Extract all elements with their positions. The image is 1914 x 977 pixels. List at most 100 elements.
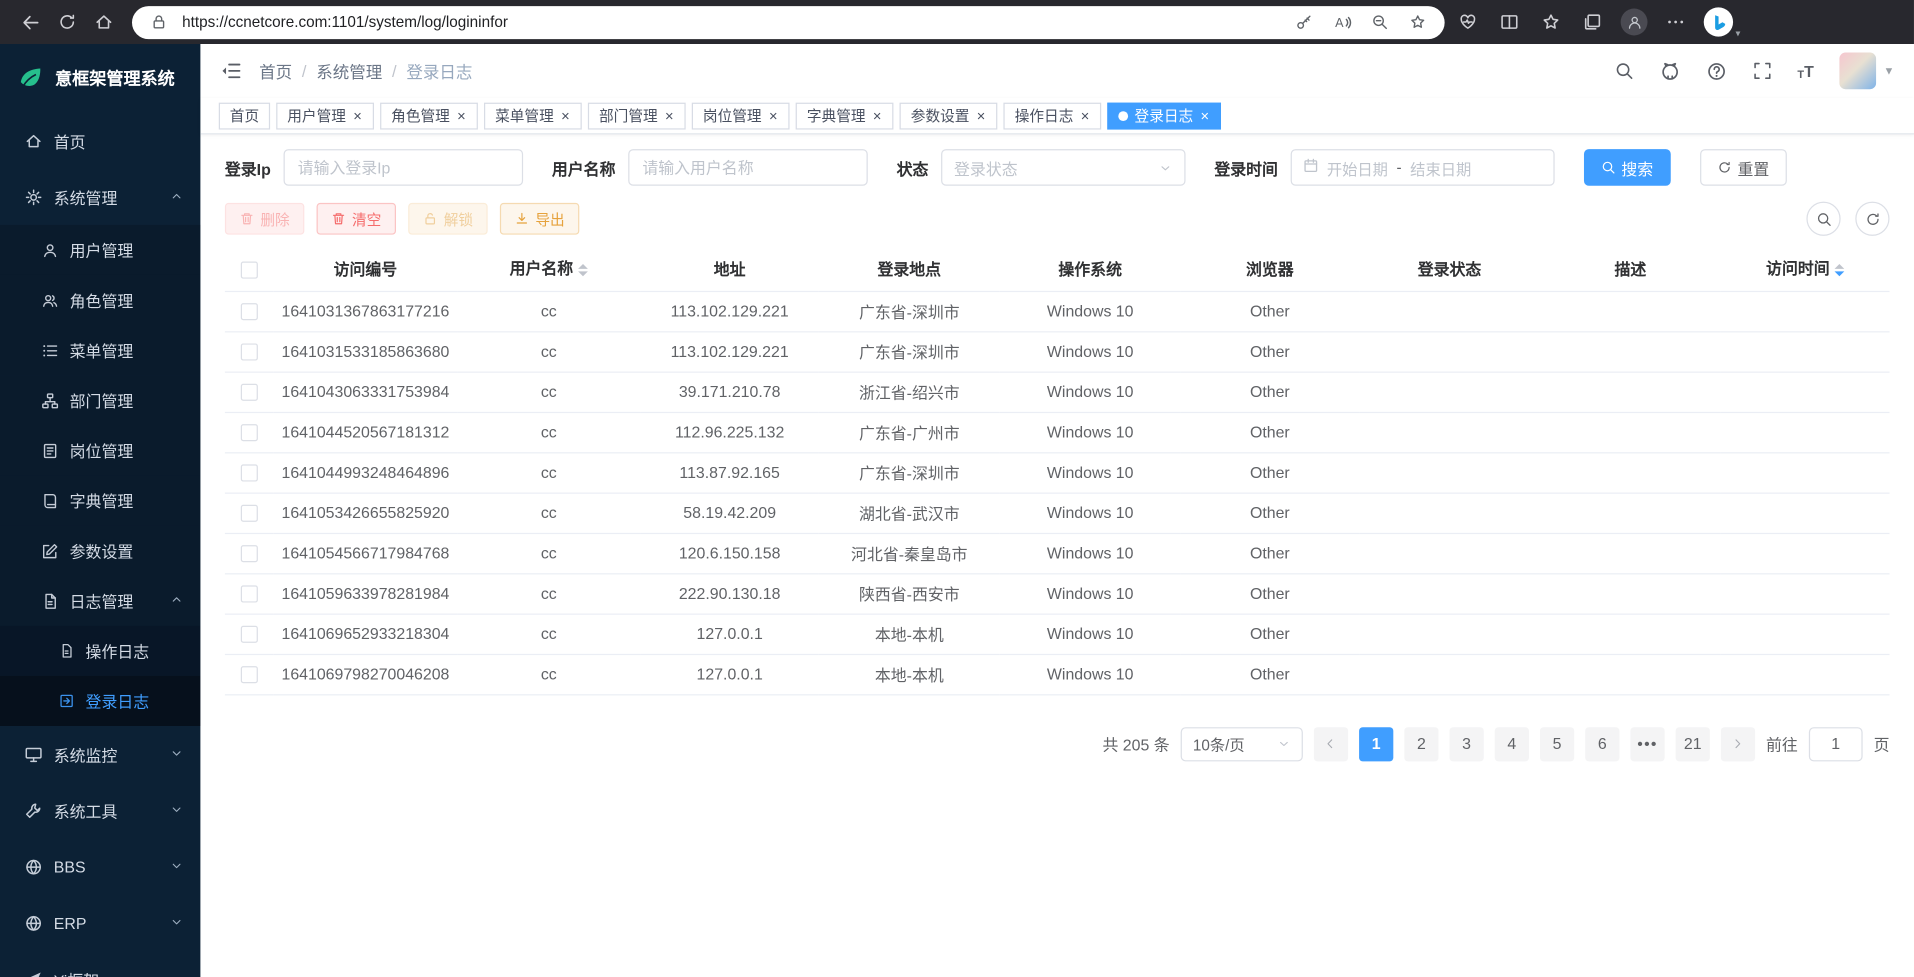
login-ip-input[interactable]: [283, 149, 523, 186]
sidebar-item-menu-management[interactable]: 菜单管理: [0, 325, 200, 375]
tab-role-management[interactable]: 角色管理×: [380, 102, 478, 129]
tab-dept-management[interactable]: 部门管理×: [588, 102, 686, 129]
row-checkbox[interactable]: [241, 505, 258, 522]
sidebar-group-system-management[interactable]: 系统管理: [0, 169, 200, 225]
page-button-5[interactable]: 5: [1540, 727, 1574, 761]
browser-home-button[interactable]: [86, 5, 123, 39]
header-search-icon[interactable]: [1614, 61, 1634, 81]
user-avatar[interactable]: [1840, 53, 1877, 90]
close-icon[interactable]: ×: [976, 108, 987, 123]
user-avatar-menu[interactable]: ▼: [1840, 53, 1895, 90]
sidebar-group-bbs[interactable]: BBS: [0, 838, 200, 894]
address-bar[interactable]: https://ccnetcore.com:1101/system/log/lo…: [132, 5, 1445, 38]
next-page-button[interactable]: [1721, 727, 1755, 761]
sidebar-group-system-monitor[interactable]: 系统监控: [0, 726, 200, 782]
close-icon[interactable]: ×: [872, 108, 883, 123]
read-aloud-icon[interactable]: A: [1327, 7, 1356, 36]
sidebar-item-post-management[interactable]: 岗位管理: [0, 425, 200, 475]
password-key-icon[interactable]: [1289, 7, 1318, 36]
bing-copilot-icon[interactable]: [1704, 7, 1733, 36]
favorites-icon[interactable]: [1533, 5, 1570, 39]
url-text[interactable]: https://ccnetcore.com:1101/system/log/lo…: [182, 13, 1281, 30]
goto-page-input[interactable]: [1809, 727, 1863, 761]
row-checkbox[interactable]: [241, 384, 258, 401]
select-all-checkbox[interactable]: [241, 261, 258, 278]
browser-refresh-button[interactable]: [49, 5, 86, 39]
table-search-toggle-icon[interactable]: [1806, 202, 1840, 236]
split-screen-icon[interactable]: [1491, 5, 1528, 39]
sidebar-item-home[interactable]: 首页: [0, 112, 200, 168]
help-question-icon[interactable]: [1706, 60, 1727, 81]
page-button-3[interactable]: 3: [1449, 727, 1483, 761]
tab-menu-management[interactable]: 菜单管理×: [484, 102, 582, 129]
page-button-2[interactable]: 2: [1404, 727, 1438, 761]
row-checkbox[interactable]: [241, 344, 258, 361]
add-favorite-star-icon[interactable]: [1403, 7, 1432, 36]
date-range-picker[interactable]: 开始日期 - 结束日期: [1290, 149, 1554, 186]
export-button[interactable]: 导出: [500, 203, 579, 235]
row-checkbox[interactable]: [241, 424, 258, 441]
row-checkbox[interactable]: [241, 666, 258, 683]
close-icon[interactable]: ×: [456, 108, 467, 123]
tab-home[interactable]: 首页: [219, 102, 270, 129]
sidebar-item-yi-framework[interactable]: Yi框架: [0, 951, 200, 977]
tab-dict-management[interactable]: 字典管理×: [796, 102, 894, 129]
reset-button[interactable]: 重置: [1700, 149, 1787, 186]
unlock-button[interactable]: 解锁: [408, 203, 487, 235]
page-size-select[interactable]: 10条/页: [1181, 727, 1303, 761]
row-checkbox[interactable]: [241, 545, 258, 562]
breadcrumb-home[interactable]: 首页: [259, 59, 292, 83]
page-button-4[interactable]: 4: [1495, 727, 1529, 761]
browser-essentials-icon[interactable]: [1450, 5, 1487, 39]
sidebar-item-user-management[interactable]: 用户管理: [0, 225, 200, 275]
close-icon[interactable]: ×: [352, 108, 363, 123]
row-checkbox[interactable]: [241, 465, 258, 482]
tab-post-management[interactable]: 岗位管理×: [692, 102, 790, 129]
column-visit-time[interactable]: 访问时间: [1721, 247, 1890, 291]
app-logo[interactable]: 意框架管理系统: [0, 44, 200, 112]
select-all-header[interactable]: [225, 247, 274, 291]
search-button[interactable]: 搜索: [1583, 149, 1670, 186]
user-name-input[interactable]: [628, 149, 868, 186]
browser-profile-avatar[interactable]: [1616, 5, 1653, 39]
browser-back-button[interactable]: [12, 5, 49, 39]
sidebar-item-role-management[interactable]: 角色管理: [0, 275, 200, 325]
tab-operation-log[interactable]: 操作日志×: [1004, 102, 1102, 129]
github-icon[interactable]: [1659, 60, 1680, 81]
close-icon[interactable]: ×: [664, 108, 675, 123]
close-icon[interactable]: ×: [1080, 108, 1091, 123]
page-ellipsis[interactable]: •••: [1630, 727, 1664, 761]
sidebar-item-login-log[interactable]: 登录日志: [0, 676, 200, 726]
sidebar-group-erp[interactable]: ERP: [0, 895, 200, 951]
page-button-21[interactable]: 21: [1676, 727, 1710, 761]
browser-menu-icon[interactable]: [1657, 5, 1694, 39]
sidebar-item-dict-management[interactable]: 字典管理: [0, 475, 200, 525]
sidebar-item-dept-management[interactable]: 部门管理: [0, 375, 200, 425]
sidebar-fold-icon[interactable]: [220, 60, 242, 82]
status-select[interactable]: 登录状态: [941, 149, 1185, 186]
tab-login-log[interactable]: 登录日志×: [1108, 102, 1222, 129]
breadcrumb-system-management[interactable]: 系统管理: [316, 59, 382, 83]
sidebar-group-system-tools[interactable]: 系统工具: [0, 782, 200, 838]
tab-user-management[interactable]: 用户管理×: [276, 102, 374, 129]
sidebar-item-param-settings[interactable]: 参数设置: [0, 526, 200, 576]
zoom-out-icon[interactable]: [1365, 7, 1394, 36]
collections-icon[interactable]: [1574, 5, 1611, 39]
sort-icon[interactable]: [1835, 259, 1845, 281]
text-size-icon[interactable]: TT: [1797, 62, 1813, 80]
site-info-lock-icon[interactable]: [144, 7, 173, 36]
prev-page-button[interactable]: [1314, 727, 1348, 761]
fullscreen-icon[interactable]: [1752, 61, 1772, 81]
sidebar-group-log-management[interactable]: 日志管理: [0, 576, 200, 626]
row-checkbox[interactable]: [241, 626, 258, 643]
row-checkbox[interactable]: [241, 303, 258, 320]
close-icon[interactable]: ×: [768, 108, 779, 123]
page-button-6[interactable]: 6: [1585, 727, 1619, 761]
page-button-1[interactable]: 1: [1359, 727, 1393, 761]
tab-param-settings[interactable]: 参数设置×: [900, 102, 998, 129]
close-icon[interactable]: ×: [1199, 108, 1210, 123]
close-icon[interactable]: ×: [560, 108, 571, 123]
table-refresh-icon[interactable]: [1855, 202, 1889, 236]
delete-button[interactable]: 删除: [225, 203, 304, 235]
sidebar-item-operation-log[interactable]: 操作日志: [0, 626, 200, 676]
